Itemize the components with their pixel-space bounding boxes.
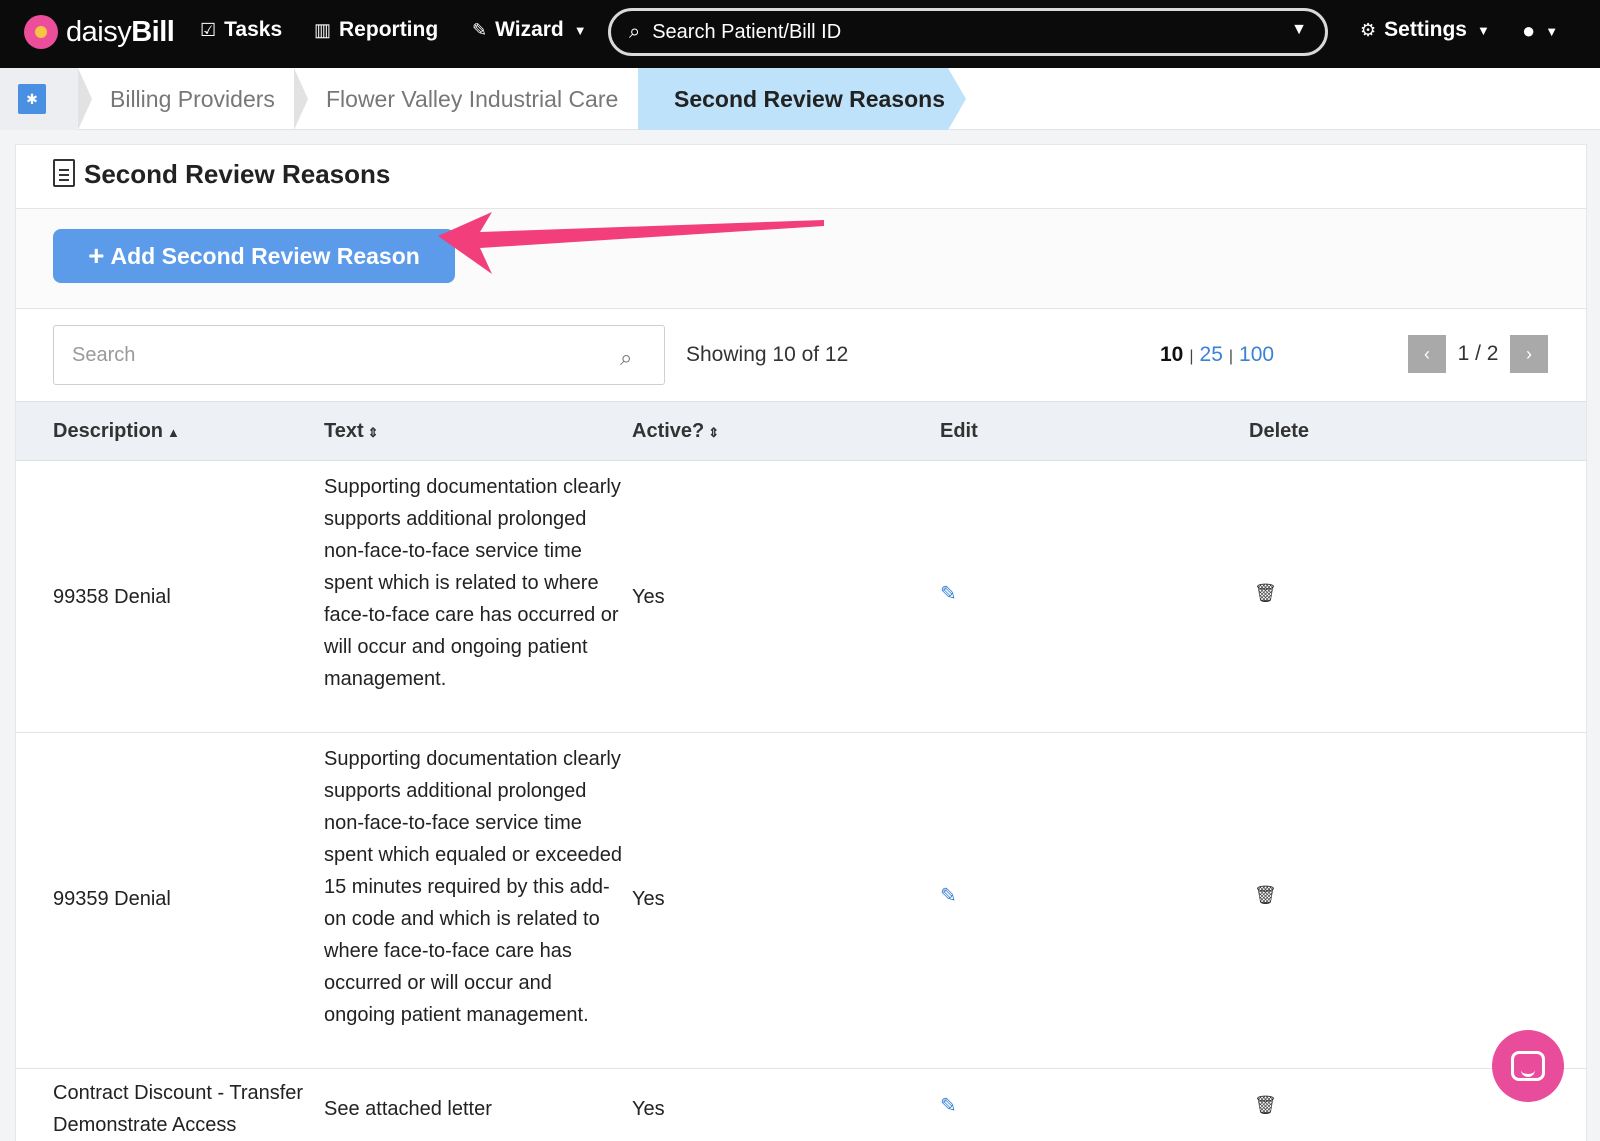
nav-tasks-label: Tasks <box>224 18 283 41</box>
next-page-button[interactable]: › <box>1510 335 1548 373</box>
arrow-shape <box>438 212 824 274</box>
page-title: Second Review Reasons <box>84 159 391 189</box>
row-description: Contract Discount - Transfer Demonstrate… <box>53 1082 304 1136</box>
table-row: Contract Discount - Transfer Demonstrate… <box>16 1069 1586 1141</box>
chat-launcher-button[interactable] <box>1492 1030 1564 1102</box>
edit-icon[interactable]: ✎ <box>940 581 957 606</box>
bar-chart-icon: ▥ <box>314 19 332 40</box>
second-review-reasons-panel: Second Review Reasons + Add Second Revie… <box>15 144 1587 1141</box>
clipboard-check-icon: ☑ <box>200 19 217 40</box>
breadcrumb-billing-providers[interactable]: Billing Providers <box>88 68 297 130</box>
nav-settings-label: Settings <box>1384 18 1467 41</box>
annotation-arrow <box>438 212 824 274</box>
breadcrumb-flower-valley[interactable]: Flower Valley Industrial Care <box>304 68 640 130</box>
search-icon: ⌕ <box>620 345 633 370</box>
magic-wand-icon: ✎ <box>472 19 488 40</box>
edit-icon[interactable]: ✎ <box>940 1093 957 1118</box>
row-text: Supporting documentation clearly support… <box>324 748 622 1026</box>
row-active: Yes <box>632 1098 665 1120</box>
prev-page-button[interactable]: ‹ <box>1408 335 1446 373</box>
sort-asc-icon: ▲ <box>167 425 180 440</box>
showing-count: Showing 10 of 12 <box>686 343 849 366</box>
search-input[interactable] <box>53 325 665 385</box>
logo-suffix: Bill <box>131 15 175 48</box>
trash-icon[interactable]: 🗑 <box>1254 1095 1277 1116</box>
row-description: 99359 Denial <box>53 888 171 910</box>
page-size-10[interactable]: 10 <box>1160 343 1183 366</box>
nav-wizard[interactable]: ✎ Wizard ▼ <box>472 18 587 42</box>
nav-settings[interactable]: ⚙ Settings ▼ <box>1360 18 1490 42</box>
edit-icon[interactable]: ✎ <box>940 883 957 908</box>
page-size-100[interactable]: 100 <box>1239 343 1274 366</box>
panel-header: Second Review Reasons <box>16 145 1586 209</box>
user-circle-icon: ● <box>1522 18 1536 43</box>
chevron-right-icon: › <box>1526 344 1532 364</box>
column-text-label: Text <box>324 420 364 442</box>
column-description-label: Description <box>53 420 164 442</box>
nav-tasks[interactable]: ☑ Tasks <box>200 18 282 42</box>
page-indicator: 1 / 2 <box>1457 342 1499 365</box>
document-icon <box>53 159 75 187</box>
breadcrumb: ✱ Billing Providers Flower Valley Indust… <box>0 68 1600 130</box>
chat-icon <box>1511 1051 1545 1081</box>
nav-reporting-label: Reporting <box>339 18 439 41</box>
daisybill-logo[interactable]: daisyBill <box>24 15 175 49</box>
table-row: 99358 Denial Supporting documentation cl… <box>16 461 1586 733</box>
user-menu[interactable]: ● ▼ <box>1522 18 1558 44</box>
top-navbar: daisyBill ☑ Tasks ▥ Reporting ✎ Wizard ▼… <box>0 0 1600 68</box>
chevron-down-icon: ▼ <box>1476 22 1490 38</box>
column-delete: Delete <box>1249 420 1310 442</box>
column-active[interactable]: Active? ⇕ <box>632 420 719 443</box>
daisy-flower-icon <box>24 15 58 49</box>
nav-reporting[interactable]: ▥ Reporting <box>314 18 438 42</box>
table-row: 99359 Denial Supporting documentation cl… <box>16 733 1586 1069</box>
page-size-selector: 10 | 25 | 100 <box>1160 343 1275 366</box>
trash-icon[interactable]: 🗑 <box>1254 583 1277 604</box>
pagination: ‹ 1 / 2 › <box>1408 335 1548 373</box>
column-edit: Edit <box>940 420 978 442</box>
sort-icon: ⇕ <box>708 425 720 440</box>
plus-icon: + <box>88 240 105 271</box>
chevron-down-icon: ▼ <box>1545 23 1559 39</box>
column-description[interactable]: Description ▲ <box>53 420 180 443</box>
listing-controls: ⌕ Showing 10 of 12 10|25|100 ‹ 1 / 2 › <box>16 309 1586 401</box>
row-active: Yes <box>632 888 665 910</box>
gear-icon: ⚙ <box>1360 19 1377 40</box>
patient-bill-search[interactable]: ⌕ Search Patient/Bill ID ▼ <box>608 8 1328 56</box>
breadcrumb-home[interactable]: ✱ <box>0 68 78 130</box>
chevron-down-icon[interactable]: ▼ <box>1291 21 1307 39</box>
patient-bill-search-placeholder: Search Patient/Bill ID <box>652 20 842 43</box>
chevron-left-icon: ‹ <box>1424 344 1430 364</box>
column-text[interactable]: Text ⇕ <box>324 420 379 443</box>
page-size-25[interactable]: 25 <box>1200 343 1223 366</box>
logo-prefix: daisy <box>66 15 132 48</box>
column-active-label: Active? <box>632 420 705 442</box>
add-second-review-reason-button[interactable]: + Add Second Review Reason <box>53 229 455 283</box>
search-icon: ⌕ <box>629 20 641 43</box>
table-header: Description ▲ Text ⇕ Active? ⇕ Edit Delete <box>16 401 1586 461</box>
row-description: 99358 Denial <box>53 586 171 608</box>
chevron-down-icon: ▼ <box>573 22 587 38</box>
breadcrumb-second-review-reasons: Second Review Reasons <box>638 68 966 130</box>
nav-wizard-label: Wizard <box>495 18 564 41</box>
row-text: See attached letter <box>324 1098 492 1120</box>
row-text: Supporting documentation clearly support… <box>324 476 621 690</box>
home-app-icon: ✱ <box>18 84 46 114</box>
sort-icon: ⇕ <box>367 425 379 440</box>
trash-icon[interactable]: 🗑 <box>1254 885 1277 906</box>
add-button-label: Add Second Review Reason <box>110 242 420 269</box>
row-active: Yes <box>632 586 665 608</box>
